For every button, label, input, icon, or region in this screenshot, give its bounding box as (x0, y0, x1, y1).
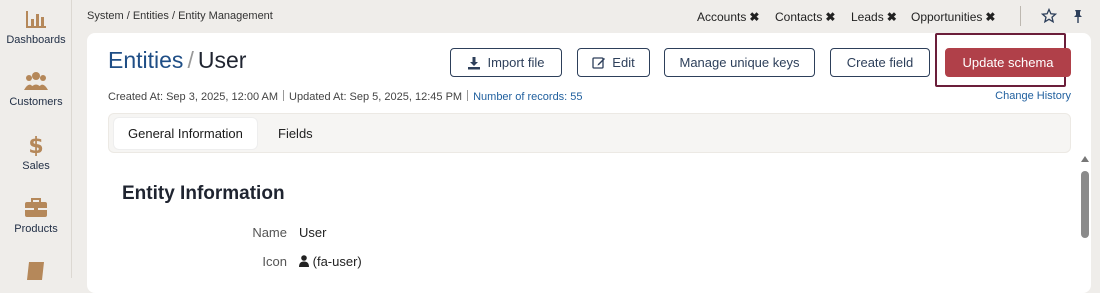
updated-at: Updated At: Sep 5, 2025, 12:45 PM (289, 91, 463, 103)
user-icon (299, 255, 309, 267)
open-tab-contacts[interactable]: Contacts ✖ (775, 10, 835, 24)
sidebar-item-label: Sales (22, 160, 50, 172)
open-tab-label: Contacts (775, 10, 823, 24)
tab-general-information[interactable]: General Information (114, 118, 257, 149)
download-icon (468, 56, 481, 69)
edit-icon (592, 56, 606, 69)
created-at: Created At: Sep 3, 2025, 12:00 AM (108, 91, 279, 103)
bar-chart-icon (26, 11, 46, 28)
open-tab-accounts[interactable]: Accounts ✖ (697, 10, 759, 24)
button-label: Create field (846, 55, 914, 70)
import-file-button[interactable]: Import file (450, 48, 562, 77)
breadcrumb: System / Entities / Entity Management (87, 10, 273, 22)
scroll-up-arrow-icon[interactable] (1081, 156, 1089, 162)
button-label: Import file (487, 55, 545, 70)
users-icon (24, 72, 48, 90)
tab-bar: General Information Fields (108, 113, 1071, 153)
book-icon (27, 262, 44, 280)
records-count-link[interactable]: Number of records: 55 (473, 91, 582, 103)
edit-button[interactable]: Edit (577, 48, 650, 77)
icon-code: (fa-user) (312, 254, 362, 269)
divider (283, 90, 285, 101)
tab-label: General Information (128, 126, 243, 141)
close-icon[interactable]: ✖ (749, 10, 759, 24)
sidebar-item-label: Dashboards (6, 34, 66, 46)
open-tab-opportunities[interactable]: Opportunities ✖ (911, 10, 995, 24)
entity-meta: Created At: Sep 3, 2025, 12:00 AM Updated… (108, 90, 583, 103)
divider (467, 90, 469, 101)
tab-label: Fields (278, 126, 313, 141)
update-schema-button[interactable]: Update schema (945, 48, 1071, 77)
current-entity: User (197, 47, 247, 73)
open-tab-label: Leads (851, 10, 884, 24)
sidebar-item-products[interactable]: Products (0, 197, 72, 235)
sidebar-item-dashboards[interactable]: Dashboards (0, 8, 72, 46)
title-separator: / (187, 47, 194, 73)
star-icon[interactable] (1041, 8, 1057, 24)
open-tab-leads[interactable]: Leads ✖ (851, 10, 897, 24)
close-icon[interactable]: ✖ (825, 10, 835, 24)
open-tab-label: Opportunities (911, 10, 983, 24)
sidebar-item-sales[interactable]: $ Sales (0, 134, 72, 172)
sidebar: Dashboards Customers $ Sales Products (0, 0, 72, 280)
close-icon[interactable]: ✖ (887, 10, 897, 24)
briefcase-icon (25, 198, 47, 217)
divider (1020, 6, 1021, 26)
button-label: Manage unique keys (679, 55, 800, 70)
manage-unique-keys-button[interactable]: Manage unique keys (664, 48, 815, 77)
section-title: Entity Information (122, 183, 285, 204)
dollar-icon: $ (28, 134, 43, 156)
button-label: Update schema (962, 55, 1054, 70)
button-label: Edit (612, 55, 635, 70)
sidebar-item-customers[interactable]: Customers (0, 70, 72, 108)
svg-text:$: $ (28, 134, 43, 156)
pin-icon[interactable] (1070, 8, 1086, 24)
field-value-icon: (fa-user) (299, 254, 362, 269)
close-icon[interactable]: ✖ (985, 10, 995, 24)
entity-card: Entities / User Import file Edit Manage un… (87, 33, 1091, 293)
sidebar-item-label: Customers (9, 96, 63, 108)
top-bar: System / Entities / Entity Management Ac… (73, 0, 1100, 32)
field-value-name: User (299, 225, 327, 240)
tab-fields[interactable]: Fields (264, 118, 327, 149)
page-title: Entities / User (108, 47, 246, 74)
field-label-icon: Icon (262, 254, 287, 269)
change-history-link[interactable]: Change History (995, 90, 1071, 102)
create-field-button[interactable]: Create field (830, 48, 930, 77)
scrollbar-thumb[interactable] (1081, 171, 1089, 238)
open-tab-label: Accounts (697, 10, 747, 24)
sidebar-item-label: Products (14, 223, 58, 235)
entities-link[interactable]: Entities (108, 47, 183, 73)
field-label-name: Name (252, 225, 287, 240)
sidebar-item-knowledge[interactable] (0, 260, 72, 286)
